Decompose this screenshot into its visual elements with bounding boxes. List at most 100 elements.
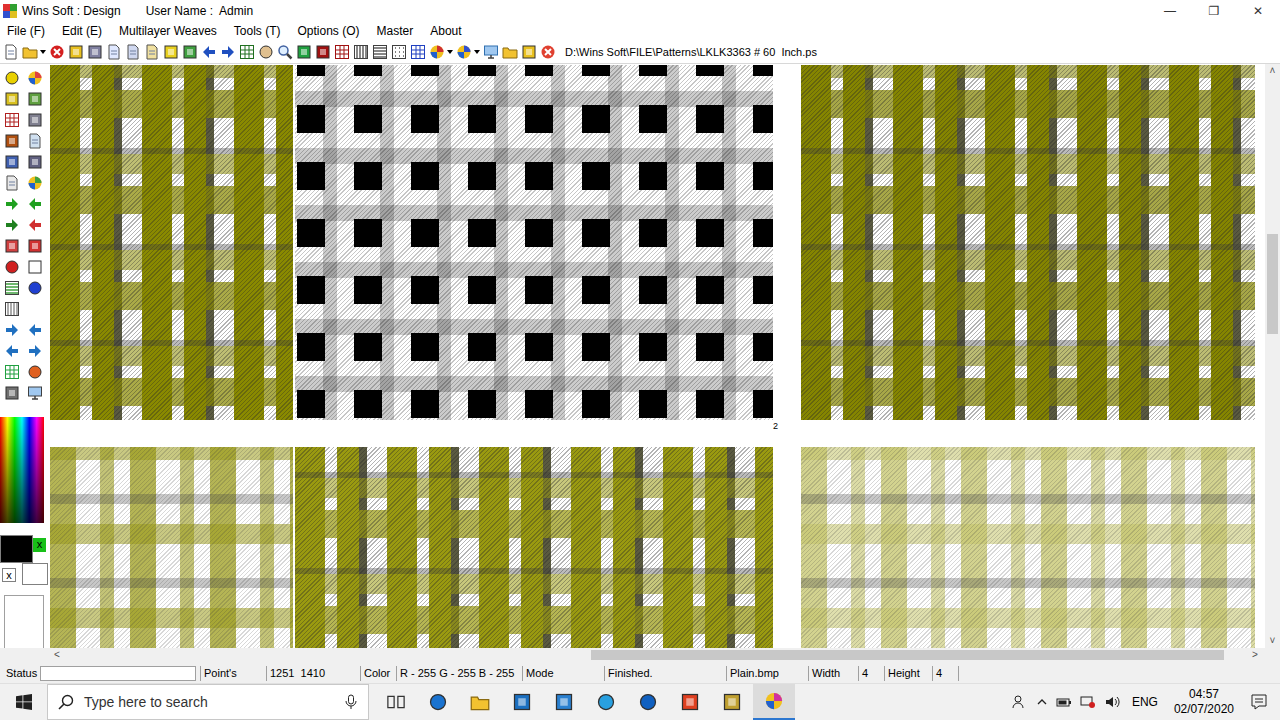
taskbar-app-button[interactable] xyxy=(585,684,627,720)
palette-button[interactable] xyxy=(2,382,22,403)
color-spectrum[interactable] xyxy=(0,417,44,523)
input-language[interactable]: ENG xyxy=(1132,695,1158,709)
pattern-tile[interactable] xyxy=(50,447,293,648)
taskbar-app-button[interactable] xyxy=(627,684,669,720)
toolbar-button[interactable] xyxy=(277,44,293,60)
toolbar-button[interactable] xyxy=(353,44,369,60)
toolbar-button[interactable] xyxy=(521,44,537,60)
toolbar-button[interactable] xyxy=(296,44,312,60)
taskbar-app-button[interactable] xyxy=(543,684,585,720)
palette-button[interactable] xyxy=(2,67,22,88)
toolbar-button[interactable] xyxy=(182,44,198,60)
pattern-tile[interactable] xyxy=(50,65,293,420)
taskbar-app-button[interactable] xyxy=(753,684,795,720)
menu-item[interactable]: About xyxy=(430,24,461,38)
palette-button[interactable] xyxy=(25,340,45,361)
palette-button[interactable] xyxy=(25,277,45,298)
menu-item[interactable]: Multilayer Weaves xyxy=(119,24,217,38)
scroll-thumb[interactable] xyxy=(1267,234,1278,334)
reset-colors-button[interactable]: x xyxy=(2,568,16,582)
toolbar-button[interactable] xyxy=(372,44,388,60)
palette-button[interactable] xyxy=(2,319,22,340)
toolbar-button[interactable] xyxy=(410,44,426,60)
toolbar-button[interactable] xyxy=(68,44,84,60)
search-box[interactable]: Type here to search xyxy=(47,684,369,720)
palette-button[interactable] xyxy=(2,151,22,172)
palette-button[interactable] xyxy=(25,88,45,109)
palette-button[interactable] xyxy=(25,193,45,214)
palette-button[interactable] xyxy=(2,235,22,256)
swap-colors-button[interactable]: x xyxy=(33,538,46,552)
palette-button[interactable] xyxy=(2,256,22,277)
scroll-thumb[interactable] xyxy=(591,650,1224,660)
palette-button[interactable] xyxy=(25,235,45,256)
toolbar-button[interactable] xyxy=(334,44,350,60)
horizontal-scrollbar[interactable]: < > xyxy=(0,648,1280,662)
scroll-up-button[interactable]: ˄ xyxy=(1266,64,1280,78)
pattern-tile[interactable] xyxy=(801,447,1255,648)
volume-icon[interactable] xyxy=(1104,694,1120,710)
scroll-right-button[interactable]: > xyxy=(1248,648,1262,662)
palette-button[interactable] xyxy=(25,130,45,151)
start-button[interactable] xyxy=(0,684,47,720)
palette-button[interactable] xyxy=(25,298,45,319)
toolbar-button[interactable] xyxy=(456,44,480,60)
pattern-tile[interactable] xyxy=(295,65,773,420)
taskbar-app-button[interactable] xyxy=(459,684,501,720)
palette-button[interactable] xyxy=(2,88,22,109)
scroll-down-button[interactable]: ˅ xyxy=(1266,634,1280,648)
toolbar-button[interactable] xyxy=(49,44,65,60)
chevron-up-icon[interactable] xyxy=(1036,694,1048,710)
toolbar-button[interactable] xyxy=(540,44,556,60)
palette-button[interactable] xyxy=(2,277,22,298)
palette-button[interactable] xyxy=(25,319,45,340)
toolbar-button[interactable] xyxy=(22,44,46,60)
palette-button[interactable] xyxy=(25,214,45,235)
toolbar-button[interactable] xyxy=(391,44,407,60)
vertical-scrollbar[interactable]: ˄ ˅ xyxy=(1265,64,1280,648)
background-swatch[interactable] xyxy=(22,563,48,585)
microphone-icon[interactable] xyxy=(344,694,358,710)
palette-button[interactable] xyxy=(25,382,45,403)
foreground-swatch[interactable] xyxy=(0,535,33,563)
palette-button[interactable] xyxy=(2,130,22,151)
taskbar-app-button[interactable] xyxy=(501,684,543,720)
toolbar-button[interactable] xyxy=(201,44,217,60)
window-control-button[interactable]: ❐ xyxy=(1192,4,1236,18)
palette-button[interactable] xyxy=(25,172,45,193)
toolbar-button[interactable] xyxy=(163,44,179,60)
toolbar-button[interactable] xyxy=(220,44,236,60)
design-canvas[interactable]: 2 xyxy=(48,64,1265,648)
toolbar-button[interactable] xyxy=(429,44,453,60)
palette-button[interactable] xyxy=(2,193,22,214)
palette-button[interactable] xyxy=(25,67,45,88)
taskbar-app-button[interactable] xyxy=(417,684,459,720)
scroll-left-button[interactable]: < xyxy=(50,648,64,662)
menu-item[interactable]: Options (O) xyxy=(298,24,360,38)
toolbar-button[interactable] xyxy=(483,44,499,60)
palette-button[interactable] xyxy=(25,109,45,130)
toolbar-button[interactable] xyxy=(106,44,122,60)
taskbar-app-button[interactable] xyxy=(711,684,753,720)
network-icon[interactable] xyxy=(1080,694,1096,710)
toolbar-button[interactable] xyxy=(3,44,19,60)
palette-button[interactable] xyxy=(2,172,22,193)
palette-button[interactable] xyxy=(2,361,22,382)
pattern-tile[interactable] xyxy=(801,65,1255,420)
palette-button[interactable] xyxy=(25,256,45,277)
palette-button[interactable] xyxy=(25,151,45,172)
toolbar-button[interactable] xyxy=(125,44,141,60)
clock[interactable]: 04:57 02/07/2020 xyxy=(1174,687,1234,717)
window-control-button[interactable]: — xyxy=(1148,4,1192,18)
battery-icon[interactable] xyxy=(1056,694,1072,710)
toolbar-button[interactable] xyxy=(87,44,103,60)
people-icon[interactable] xyxy=(1012,694,1028,710)
toolbar-button[interactable] xyxy=(144,44,160,60)
menu-item[interactable]: Master xyxy=(377,24,414,38)
taskbar-app-button[interactable] xyxy=(669,684,711,720)
taskbar-app-button[interactable] xyxy=(375,684,417,720)
menu-item[interactable]: Tools (T) xyxy=(234,24,281,38)
palette-button[interactable] xyxy=(2,340,22,361)
toolbar-button[interactable] xyxy=(239,44,255,60)
menu-item[interactable]: Edit (E) xyxy=(62,24,102,38)
